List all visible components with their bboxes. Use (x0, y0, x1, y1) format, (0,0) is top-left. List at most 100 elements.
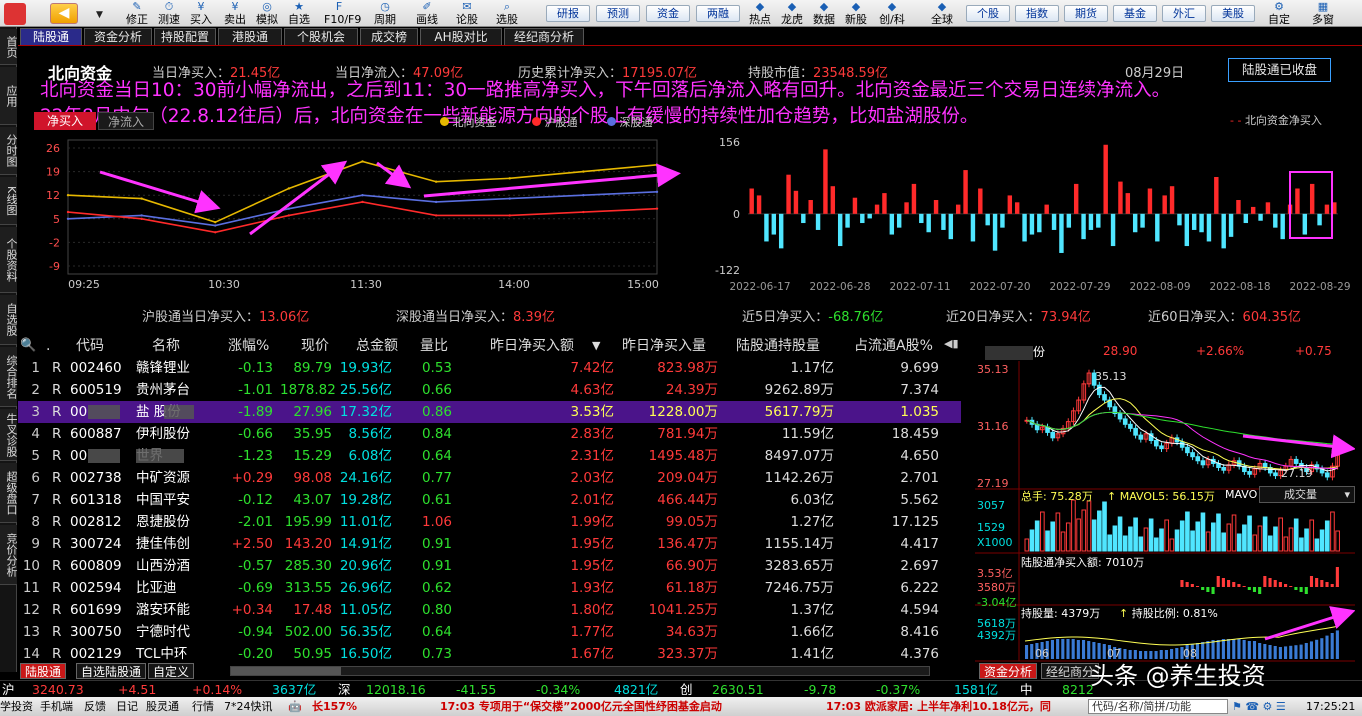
table-row[interactable]: 2 R 600519 贵州茅台 -1.01 1878.82 25.56亿 0.66 4.63亿 2… (18, 379, 961, 401)
back-button[interactable]: ◀ (50, 3, 78, 24)
toolbar-button2-7[interactable]: ◆ 新股 (840, 0, 872, 27)
table-row[interactable]: 9 R 300724 捷佳伟创 +2.50 143.20 14.91亿 0.91 1.95亿 13… (18, 533, 961, 555)
status-item-6[interactable]: 7*24快讯 (224, 697, 273, 716)
toolbar-button-8[interactable]: ✐ 画线 (412, 0, 442, 27)
nb-bar-56 (1315, 578, 1319, 587)
global-search-input[interactable]: 代码/名称/简拼/功能 (1088, 699, 1228, 714)
table-row[interactable]: 8 R 002812 恩捷股份 -2.01 195.99 11.01亿 1.06 1.99亿 99… (18, 511, 961, 533)
column-header-0[interactable]: . (46, 335, 50, 357)
table-row[interactable]: 12 R 601699 潞安环能 +0.34 17.48 11.05亿 0.80 1.80亿 10… (18, 599, 961, 621)
table-row[interactable]: 4 R 600887 伊利股份 -0.66 35.95 8.56亿 0.84 2.83亿 781.… (18, 423, 961, 445)
tab-0[interactable]: 陆股通 (20, 28, 82, 45)
table-expand-icon[interactable]: ◀▮ (944, 337, 959, 350)
net-buy-tab[interactable]: 净买入 (34, 112, 96, 130)
toolbar-button2-2[interactable]: 资金 (646, 5, 690, 22)
bottom-tab-0[interactable]: 陆股通 (20, 663, 67, 679)
column-header-9[interactable]: 陆股通持股量 (736, 335, 820, 357)
left-sidebar-item-0[interactable]: 首页 (0, 29, 18, 65)
left-sidebar-item-4[interactable]: 个股资料 (0, 227, 18, 293)
toolbar-button3-1[interactable]: 指数 (1015, 5, 1059, 22)
status-item-3[interactable]: 日记 (116, 697, 138, 716)
table-row[interactable]: 7 R 601318 中国平安 -0.12 43.07 19.28亿 0.61 2.01亿 466… (18, 489, 961, 511)
table-row[interactable]: 13 R 300750 宁德时代 -0.94 502.00 56.35亿 0.64 1.77亿 3… (18, 621, 961, 643)
toolbar-button2-0[interactable]: 研报 (546, 5, 590, 22)
table-row[interactable]: 11 R 002594 比亚迪 -0.69 313.55 26.96亿 0.62 1.93亿 61… (18, 577, 961, 599)
column-header-7[interactable]: 昨日净买入额 (490, 335, 574, 357)
table-row[interactable]: 1 R 002460 赣锋锂业 -0.13 89.79 19.93亿 0.53 7.42亿 823… (18, 357, 961, 379)
tab-5[interactable]: 成交榜 (360, 28, 418, 45)
dropdown-icon[interactable]: ▼ (96, 10, 110, 20)
table-row[interactable]: 10 R 600809 山西汾酒 -0.57 285.30 20.96亿 0.91 1.95亿 6… (18, 555, 961, 577)
mavo-label: MAVO (1225, 488, 1258, 501)
toolbar2-icon-5: ◆ (787, 0, 797, 13)
left-sidebar-item-1[interactable]: 应用 (0, 67, 18, 125)
news-ticker-1[interactable]: 17:03 专项用于“保交楼”2000亿元全国性纾困基金启动 (440, 697, 722, 716)
sort-desc-icon[interactable]: ▼ (592, 335, 600, 357)
toolbar-button-1[interactable]: ⏱ 测速 (154, 0, 184, 27)
status-item-2[interactable]: 反馈 (84, 697, 106, 716)
horizontal-scrollbar[interactable] (230, 666, 930, 676)
toolbar-button2-1[interactable]: 预测 (596, 5, 640, 22)
toolbar-button-9[interactable]: ✉ 论股 (452, 0, 482, 27)
toolbar-button-4[interactable]: ◎ 模拟 (252, 0, 282, 27)
status-icons[interactable]: ⚑ ☎ ⚙ ☰ (1232, 697, 1286, 716)
tab-4[interactable]: 个股机会 (284, 28, 358, 45)
tab-1[interactable]: 资金分析 (84, 28, 152, 45)
left-sidebar-item-6[interactable]: 综合排名 (0, 347, 18, 407)
left-sidebar-item-8[interactable]: 超级盘口 (0, 463, 18, 523)
table-row[interactable]: 5R00 世界-1.2315.296.08亿0.642.31亿1495.48万8… (18, 445, 961, 467)
news-ticker-2[interactable]: 17:03 欧派家居: 上半年净利10.18亿元，同 (826, 697, 1088, 716)
tab-7[interactable]: 经纪商分析 (504, 28, 584, 45)
toolbar-button3-3[interactable]: 基金 (1113, 5, 1157, 22)
toolbar-button2-4[interactable]: ◆ 热点 (744, 0, 776, 27)
status-item-1[interactable]: 手机端 (40, 697, 73, 716)
status-item-4[interactable]: 股灵通 (146, 697, 179, 716)
toolbar-button3-5[interactable]: 美股 (1211, 5, 1255, 22)
toolbar-button2-3[interactable]: 两融 (696, 5, 740, 22)
toolbar-button3-4[interactable]: 外汇 (1162, 5, 1206, 22)
toolbar-button-7[interactable]: ◷ 周期 (370, 0, 400, 27)
column-header-8[interactable]: 昨日净买入量 (622, 335, 706, 357)
toolbar-button2-5[interactable]: ◆ 龙虎 (776, 0, 808, 27)
tab-6[interactable]: AH股对比 (420, 28, 502, 45)
toolbar-button-5[interactable]: ★ 自选 (284, 0, 314, 27)
bottom-tab-1[interactable]: 自选陆股通 (76, 663, 147, 679)
table-row[interactable]: 6 R 002738 中矿资源 +0.29 98.08 24.16亿 0.77 2.03亿 209… (18, 467, 961, 489)
tab-2[interactable]: 持股配置 (154, 28, 216, 45)
column-header-10[interactable]: 占流通A股% (854, 335, 933, 357)
toolbar-button-0[interactable]: ✎ 修正 (122, 0, 152, 27)
column-header-4[interactable]: 现价 (301, 335, 329, 357)
toolbar-button2-9[interactable]: ◆ 全球 (926, 0, 958, 27)
column-header-1[interactable]: 代码 (76, 335, 104, 357)
left-sidebar-item-9[interactable]: 竞价分析 (0, 525, 18, 585)
custom-button[interactable]: ⚙ 自定 (1262, 0, 1296, 27)
left-sidebar-item-5[interactable]: 自选股 (0, 295, 18, 345)
tab-3[interactable]: 港股通 (218, 28, 282, 45)
bar-32 (985, 213, 990, 226)
left-sidebar-item-7[interactable]: 牛叉诊股 (0, 409, 18, 461)
bottom-tab-2[interactable]: 自定义 (148, 663, 195, 679)
toolbar-button3-0[interactable]: 个股 (966, 5, 1010, 22)
status-item-0[interactable]: 学投资 (0, 697, 33, 716)
indicator-select[interactable]: 成交量 ▾ (1259, 486, 1355, 503)
multi-window-button[interactable]: ▦ 多窗 (1306, 0, 1340, 27)
column-header-3[interactable]: 涨幅% (228, 335, 269, 357)
left-sidebar-item-2[interactable]: 分时图 (0, 127, 18, 175)
toolbar-button2-6[interactable]: ◆ 数据 (808, 0, 840, 27)
toolbar-button-3[interactable]: ¥ 卖出 (220, 0, 250, 27)
toolbar-button-10[interactable]: ⌕ 选股 (492, 0, 522, 27)
column-header-6[interactable]: 量比 (420, 335, 448, 357)
toolbar-button2-8[interactable]: ◆ 创/科 (876, 0, 908, 27)
left-sidebar-item-3[interactable]: K线图 (0, 177, 18, 225)
tab-fund-analysis[interactable]: 资金分析 (979, 663, 1038, 679)
table-row[interactable]: 14 R 002129 TCL中环 -0.20 50.95 16.50亿 0.73 1.67亿 3… (18, 643, 961, 665)
toolbar-button-6[interactable]: F F10/F9 (324, 0, 361, 27)
status-item-5[interactable]: 行情 (192, 697, 214, 716)
scrollbar-thumb[interactable] (231, 667, 341, 675)
toolbar-button3-2[interactable]: 期货 (1064, 5, 1108, 22)
column-header-5[interactable]: 总金额 (356, 335, 398, 357)
table-row[interactable]: 3 R 00 盐 股份 -1.89 27.96 17.32亿 0.86 3.53亿 1228.00… (18, 401, 961, 423)
net-inflow-tab[interactable]: 净流入 (98, 112, 154, 130)
column-header-2[interactable]: 名称 (152, 335, 180, 357)
toolbar-button-2[interactable]: ¥ 买入 (186, 0, 216, 27)
